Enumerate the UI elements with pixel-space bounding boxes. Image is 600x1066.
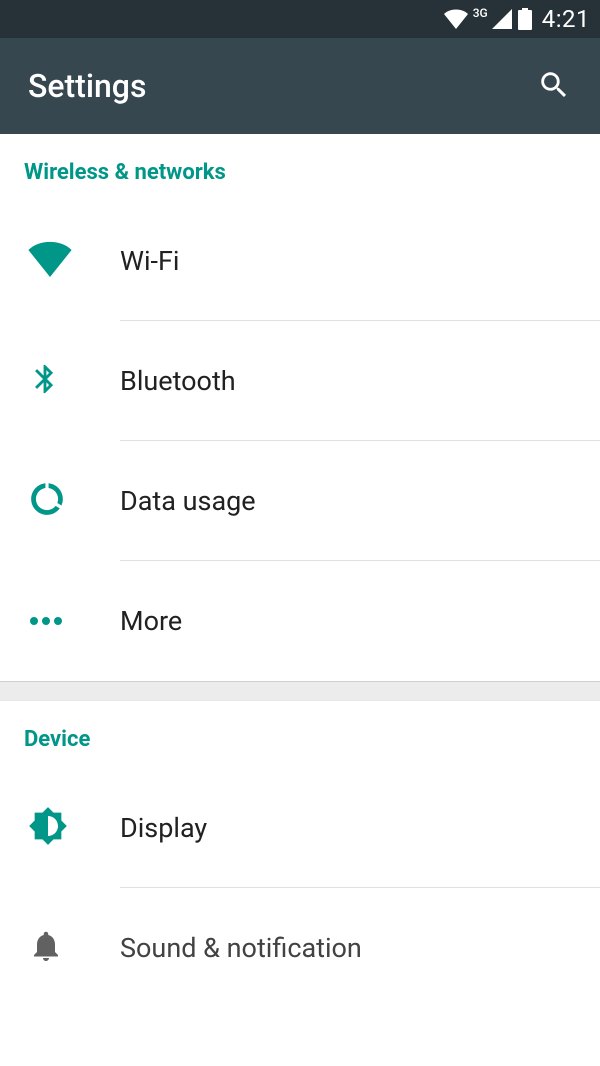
settings-item-wifi[interactable]: Wi-Fi <box>0 201 600 321</box>
bluetooth-icon <box>28 359 62 403</box>
battery-icon <box>518 8 532 30</box>
settings-item-label: Bluetooth <box>120 365 236 397</box>
settings-item-bluetooth[interactable]: Bluetooth <box>0 321 600 441</box>
settings-item-display[interactable]: Display <box>0 768 600 888</box>
display-icon <box>28 806 68 850</box>
settings-item-label: Data usage <box>120 485 256 517</box>
settings-item-data-usage[interactable]: Data usage <box>0 441 600 561</box>
section-device: Device Display Sound & notification <box>0 701 600 1008</box>
section-wireless: Wireless & networks Wi-Fi Bluetooth Data… <box>0 134 600 681</box>
search-button[interactable] <box>532 64 576 108</box>
wifi-icon <box>28 241 72 281</box>
section-header-wireless: Wireless & networks <box>0 134 600 201</box>
settings-item-sound-notification[interactable]: Sound & notification <box>0 888 600 1008</box>
status-bar: 3G 4:21 <box>0 0 600 38</box>
app-bar: Settings <box>0 38 600 134</box>
wifi-signal-icon <box>443 9 469 29</box>
section-divider <box>0 681 600 701</box>
settings-item-label: Sound & notification <box>120 932 362 964</box>
settings-item-label: Display <box>120 812 207 844</box>
search-icon <box>537 68 571 105</box>
network-type-label: 3G <box>473 6 488 20</box>
cell-signal-icon <box>492 9 512 29</box>
settings-item-label: More <box>120 605 182 637</box>
notification-icon <box>28 926 64 970</box>
section-header-device: Device <box>0 701 600 768</box>
page-title: Settings <box>28 67 146 105</box>
screen: 3G 4:21 Settings Wireless & networks Wi-… <box>0 0 600 1066</box>
settings-item-label: Wi-Fi <box>120 245 179 277</box>
more-icon <box>28 612 64 631</box>
data-usage-icon <box>28 480 66 522</box>
settings-item-more[interactable]: More <box>0 561 600 681</box>
status-clock: 4:21 <box>542 5 590 33</box>
